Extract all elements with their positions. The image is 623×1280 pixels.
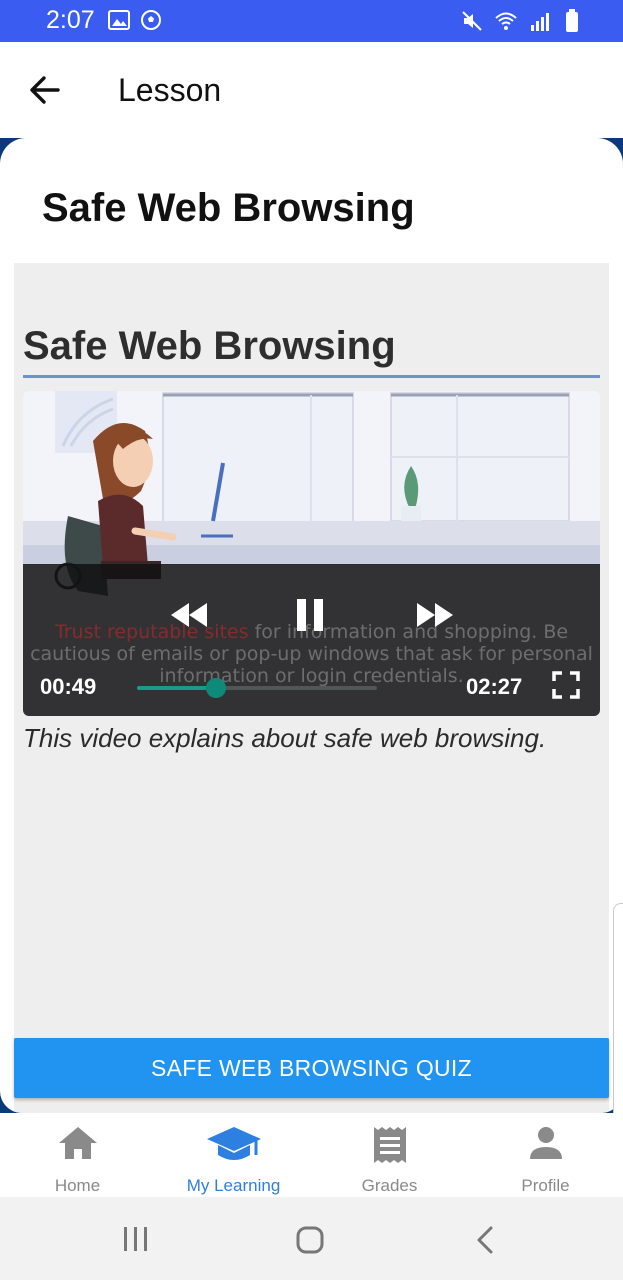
system-nav-bar bbox=[0, 1197, 623, 1280]
fast-forward-icon bbox=[417, 603, 453, 627]
nav-label-my-learning: My Learning bbox=[186, 1176, 281, 1195]
fullscreen-button[interactable] bbox=[552, 671, 580, 699]
total-time: 02:27 bbox=[466, 674, 523, 699]
graduation-cap-icon bbox=[205, 1125, 263, 1170]
nav-label-home: Home bbox=[54, 1176, 101, 1195]
video-description: This video explains about safe web brows… bbox=[23, 723, 547, 753]
wifi-icon bbox=[495, 10, 517, 37]
person-icon bbox=[528, 1125, 564, 1168]
app-bar: Lesson bbox=[0, 42, 623, 138]
bottom-nav: Home My Learning Grades Profile bbox=[0, 1113, 623, 1197]
video-player[interactable]: Trust reputable sites for information an… bbox=[23, 391, 600, 716]
fast-forward-button[interactable] bbox=[413, 599, 457, 631]
nav-label-grades: Grades bbox=[361, 1176, 418, 1195]
chevron-left-icon bbox=[477, 1226, 493, 1254]
receipt-icon bbox=[372, 1125, 408, 1170]
heading-divider bbox=[23, 375, 600, 378]
nav-item-my-learning[interactable]: My Learning bbox=[156, 1113, 311, 1197]
home-circle-icon bbox=[296, 1226, 324, 1254]
current-time: 00:49 bbox=[40, 674, 97, 699]
status-bar: 2:07 bbox=[0, 0, 623, 42]
lesson-card: Safe Web Browsing Safe Web Browsing Trus… bbox=[0, 138, 623, 1113]
scroll-handle[interactable] bbox=[613, 903, 623, 1139]
pause-icon bbox=[297, 599, 323, 631]
home-icon bbox=[57, 1125, 99, 1166]
seek-progress bbox=[137, 686, 217, 690]
rewind-icon bbox=[171, 603, 207, 627]
home-button[interactable] bbox=[295, 1225, 325, 1260]
battery-icon bbox=[565, 9, 579, 38]
lesson-title: Safe Web Browsing bbox=[42, 186, 415, 230]
recent-apps-icon bbox=[124, 1227, 147, 1251]
nav-item-profile[interactable]: Profile bbox=[468, 1113, 623, 1197]
mute-icon bbox=[461, 10, 483, 37]
quiz-button[interactable]: SAFE WEB BROWSING QUIZ bbox=[14, 1038, 609, 1098]
caption-highlight: Trust reputable sites bbox=[54, 621, 249, 643]
status-time: 2:07 bbox=[46, 6, 95, 34]
pause-button[interactable] bbox=[295, 597, 325, 633]
system-back-button[interactable] bbox=[472, 1225, 498, 1260]
arrow-left-icon bbox=[30, 76, 60, 104]
nav-item-grades[interactable]: Grades bbox=[312, 1113, 467, 1197]
signal-icon bbox=[529, 10, 553, 37]
fullscreen-icon bbox=[552, 671, 580, 699]
content-heading: Safe Web Browsing bbox=[23, 324, 396, 368]
rewind-button[interactable] bbox=[167, 599, 211, 631]
soccer-ball-icon bbox=[140, 9, 162, 36]
recent-apps-button[interactable] bbox=[121, 1225, 151, 1258]
seek-bar[interactable] bbox=[137, 678, 377, 698]
gallery-icon bbox=[108, 9, 130, 36]
nav-item-home[interactable]: Home bbox=[0, 1113, 155, 1197]
lesson-content: Safe Web Browsing Trust reputable sites … bbox=[14, 263, 609, 1113]
page-title: Lesson bbox=[118, 72, 222, 108]
back-button[interactable] bbox=[24, 68, 68, 112]
nav-label-profile: Profile bbox=[521, 1176, 570, 1195]
